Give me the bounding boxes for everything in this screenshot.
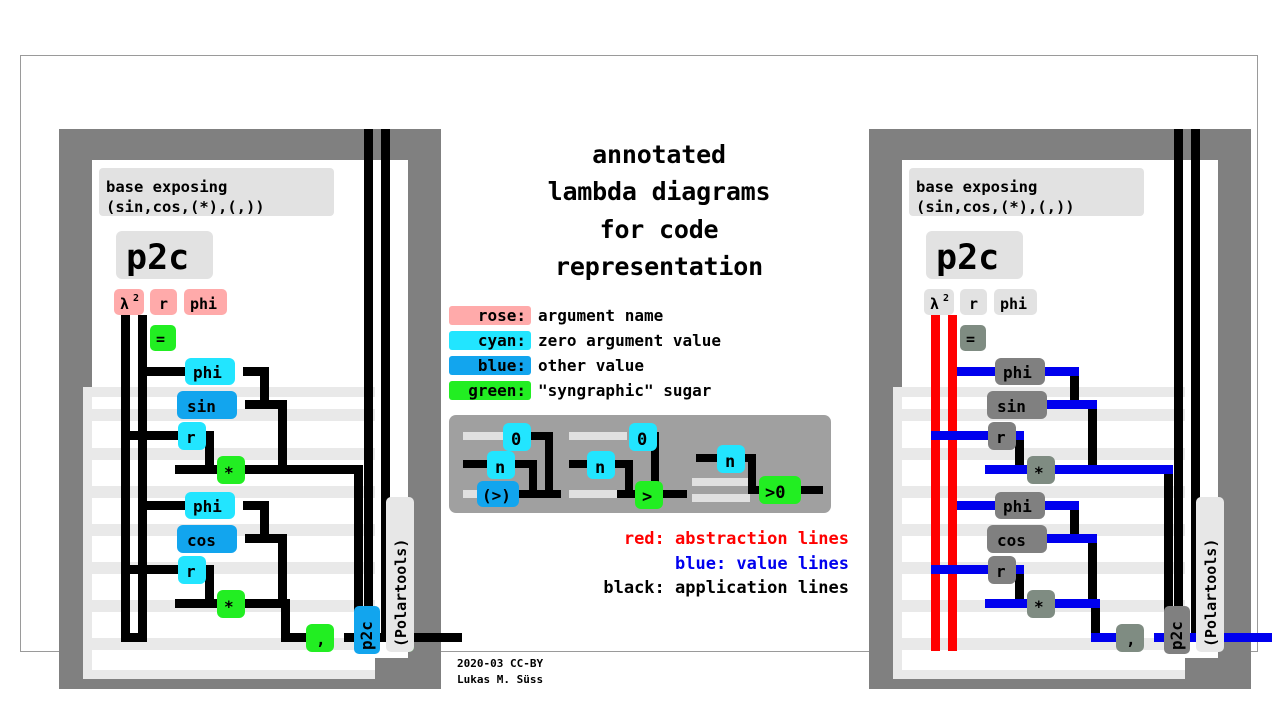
main-card: base exposing (sin,cos,(*),(,)) p2c λ 2 …	[20, 55, 1272, 689]
right-node-cos: cos	[997, 531, 1026, 550]
left-node-phi-1: phi	[193, 363, 222, 382]
right-arg-phi: phi	[1000, 295, 1027, 313]
left-name-label: p2c	[126, 238, 189, 278]
left-node-mul-2: *	[224, 597, 234, 616]
title-line-2: lambda diagrams	[547, 177, 771, 207]
left-node-phi-2: phi	[193, 497, 222, 516]
left-arg-lambda: λ	[120, 295, 129, 313]
example-node-gt-zero: >0	[765, 483, 785, 503]
note-red-abstraction: red: abstraction lines	[623, 529, 849, 549]
example-node-n-2: n	[595, 458, 605, 478]
example-node-zero-2: 0	[637, 430, 647, 450]
example-node-n-1: n	[495, 458, 505, 478]
left-header-line2: (sin,cos,(*),(,))	[106, 198, 265, 216]
right-node-p2c: p2c	[1167, 621, 1186, 650]
legend-value-rose: argument name	[538, 306, 664, 325]
legend-row-blue: blue: other value	[449, 353, 869, 378]
left-node-p2c: p2c	[357, 621, 376, 650]
legend-key-rose: rose:	[449, 306, 531, 325]
example-node-zero-1: 0	[511, 430, 521, 450]
legend-value-green: "syngraphic" sugar	[538, 381, 712, 400]
credit-line-1: 2020-03 CC-BY	[457, 657, 544, 670]
left-node-sin: sin	[187, 397, 216, 416]
legend-row-rose: rose: argument name	[449, 303, 869, 328]
left-args: λ 2 r phi	[114, 289, 227, 315]
legend-key-blue: blue:	[449, 356, 531, 375]
left-node-cos: cos	[187, 531, 216, 550]
legend-row-green: green: "syngraphic" sugar	[449, 378, 869, 403]
line-type-notes: red: abstraction lines blue: value lines…	[449, 527, 849, 601]
left-node-r-2: r	[186, 562, 196, 581]
left-diagram-panel: base exposing (sin,cos,(*),(,)) p2c λ 2 …	[59, 129, 462, 689]
color-legend: rose: argument name cyan: zero argument …	[449, 303, 869, 403]
right-arg-lambda-superscript: 2	[943, 293, 949, 304]
example-node-n-3: n	[725, 452, 735, 472]
legend-row-cyan: cyan: zero argument value	[449, 328, 869, 353]
right-diagram-panel: base exposing (sin,cos,(*),(,)) p2c λ 2 …	[869, 129, 1272, 689]
title-line-3: for code	[599, 214, 719, 244]
left-header-box: base exposing (sin,cos,(*),(,))	[99, 168, 334, 216]
example-node-gt: >	[642, 487, 652, 507]
left-node-comma: ,	[316, 630, 326, 649]
example-group-3: n >0	[692, 445, 823, 504]
left-header-line1: base exposing	[106, 178, 227, 196]
right-node-sin: sin	[997, 397, 1026, 416]
right-node-mul-2: *	[1034, 597, 1044, 616]
left-arg-phi: phi	[190, 295, 217, 313]
right-arg-r: r	[969, 295, 978, 313]
right-header-line2: (sin,cos,(*),(,))	[916, 198, 1075, 216]
page-title: annotated lambda diagrams for code repre…	[449, 136, 869, 285]
title-line-1: annotated	[592, 140, 726, 169]
right-node-phi-1: phi	[1003, 363, 1032, 382]
right-name-box: p2c	[926, 231, 1023, 279]
legend-value-cyan: zero argument value	[538, 331, 722, 350]
example-group-2: 0 n >	[569, 423, 687, 509]
left-node-eq: =	[156, 330, 165, 348]
right-node-eq: =	[966, 330, 975, 348]
left-lambda-diagram: base exposing (sin,cos,(*),(,)) p2c λ 2 …	[83, 129, 462, 679]
note-blue-value: blue: value lines	[675, 553, 849, 574]
legend-key-green: green:	[449, 381, 531, 400]
right-lambda-diagram: base exposing (sin,cos,(*),(,)) p2c λ 2 …	[893, 129, 1272, 679]
right-node-r-2: r	[996, 562, 1006, 581]
left-name-box: p2c	[116, 231, 213, 279]
right-node-r-1: r	[996, 428, 1006, 447]
right-args: λ 2 r phi	[924, 289, 1037, 315]
left-module-text: (Polartools)	[392, 539, 410, 647]
right-node-comma: ,	[1126, 630, 1136, 649]
example-group-1: 0 n (>)	[463, 423, 561, 507]
right-name-label: p2c	[936, 238, 999, 278]
title-line-4: representation	[555, 251, 763, 281]
example-node-gt-paren: (>)	[482, 486, 511, 505]
right-module-label: (Polartools)	[1196, 497, 1224, 652]
example-diagrams-svg: 0 n (>) 0 n > n >0	[463, 423, 823, 509]
left-module-label: (Polartools)	[386, 497, 414, 652]
right-arg-lambda: λ	[930, 295, 939, 313]
note-black-application: black: application lines	[603, 578, 849, 599]
right-node-mul-1: *	[1034, 463, 1044, 482]
left-node-r-1: r	[186, 428, 196, 447]
left-arg-lambda-superscript: 2	[133, 293, 139, 304]
right-module-text: (Polartools)	[1202, 539, 1220, 647]
legend-key-cyan: cyan:	[449, 331, 531, 350]
right-header-line1: base exposing	[916, 178, 1037, 196]
right-header-box: base exposing (sin,cos,(*),(,))	[909, 168, 1144, 216]
credit-line-2: Lukas M. Süss	[457, 672, 544, 686]
legend-value-blue: other value	[538, 356, 644, 375]
credit-block: 2020-03 CC-BY Lukas M. Süss	[457, 656, 543, 688]
center-column: annotated lambda diagrams for code repre…	[449, 129, 869, 709]
left-node-mul-1: *	[224, 463, 234, 482]
left-arg-r: r	[159, 295, 168, 313]
right-node-phi-2: phi	[1003, 497, 1032, 516]
example-diagrams-panel: 0 n (>) 0 n > n >0	[449, 415, 831, 513]
